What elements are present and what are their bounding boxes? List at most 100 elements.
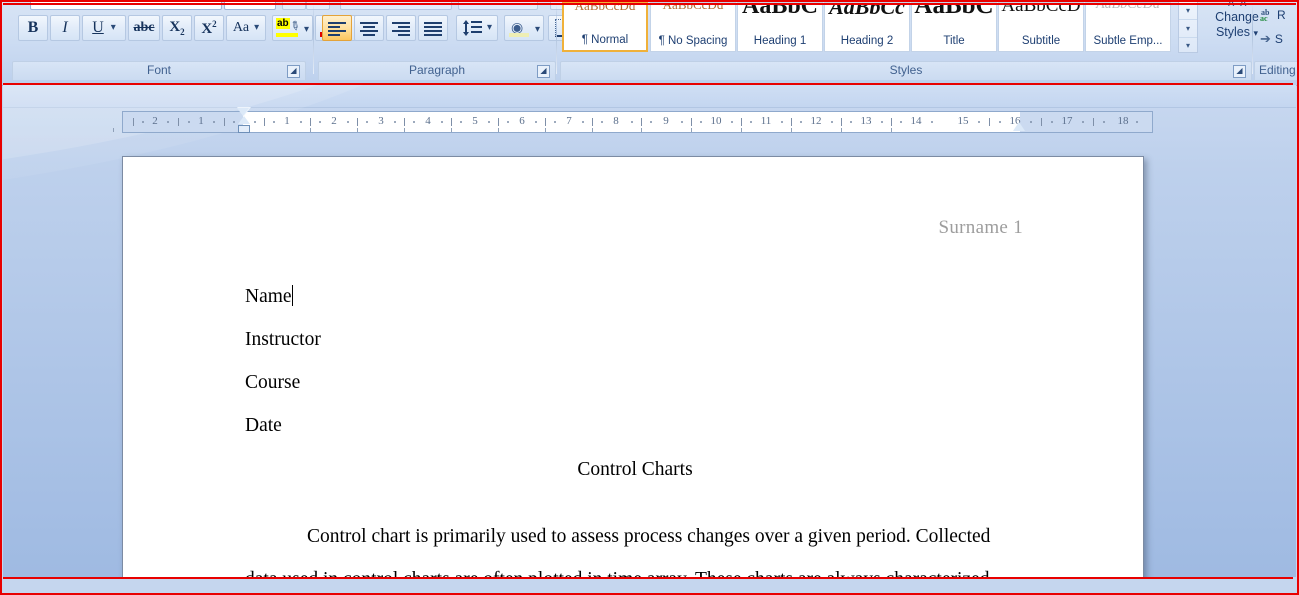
font-group-label-strip: Font ◢ bbox=[12, 61, 306, 80]
strikethrough-button[interactable]: abc bbox=[128, 15, 160, 41]
ruler-label: 14 bbox=[910, 115, 922, 127]
ribbon-group-font: B I U ▾ abc X2 X2 Aa ▾ ab ✎ ▾ Font ◢ bbox=[6, 2, 356, 80]
style-preview: AaBbC bbox=[914, 2, 994, 19]
styles-group-label: Styles bbox=[889, 63, 923, 77]
ruler-label: 15 bbox=[957, 115, 969, 127]
style-normal[interactable]: AaBbCcDd ¶ Normal bbox=[562, 2, 648, 52]
style-heading-2[interactable]: AaBbCc Heading 2 bbox=[824, 2, 910, 52]
style-preview: AaBbCcDd bbox=[662, 2, 724, 12]
document-header-surname: Surname 1 bbox=[938, 217, 1023, 238]
font-group-label: Font bbox=[146, 63, 171, 77]
styles-dialog-launcher[interactable]: ◢ bbox=[1233, 65, 1246, 78]
justify-button[interactable] bbox=[418, 15, 448, 41]
chevron-down-icon[interactable]: ▾ bbox=[487, 23, 492, 33]
document-line-name: Name bbox=[245, 275, 1025, 318]
style-preview: AaBbC bbox=[741, 2, 819, 19]
style-title[interactable]: AaBbC Title bbox=[911, 2, 997, 52]
style-label: Subtitle bbox=[1021, 35, 1061, 47]
ruler-label: 1 bbox=[284, 115, 290, 127]
chevron-down-icon[interactable]: ▾ bbox=[304, 25, 309, 35]
superscript-glyph: X2 bbox=[201, 18, 217, 37]
cursor-arrow-icon: ➔ bbox=[1260, 31, 1271, 46]
ruler-label: 18 bbox=[1117, 115, 1129, 127]
change-case-button[interactable]: Aa ▾ bbox=[226, 15, 266, 41]
ruler-label: 9 bbox=[663, 115, 669, 127]
style-subtitle[interactable]: AaBbCcD Subtitle bbox=[998, 2, 1084, 52]
subscript-glyph: X2 bbox=[169, 19, 185, 37]
document-body[interactable]: Name Instructor Course Date Control Char… bbox=[245, 275, 1025, 577]
styles-group-label-strip: Styles ◢ bbox=[560, 61, 1252, 80]
highlight-swatch bbox=[276, 33, 298, 37]
style-subtle-emphasis[interactable]: AaBbCcDd Subtle Emp... bbox=[1085, 2, 1171, 52]
style-label: Title bbox=[943, 35, 965, 47]
align-left-icon bbox=[328, 21, 346, 36]
line-spacing-icon bbox=[462, 20, 482, 36]
ruler-label: 2 bbox=[331, 115, 337, 127]
more-icon: ▾ bbox=[1185, 41, 1190, 50]
editing-group-label: Editing bbox=[1259, 63, 1296, 77]
style-label: Heading 1 bbox=[753, 35, 807, 47]
style-label: Subtle Emp... bbox=[1093, 35, 1163, 47]
right-indent-marker[interactable] bbox=[1013, 122, 1026, 134]
workspace-top-band bbox=[3, 85, 1296, 108]
chevron-down-icon[interactable]: ▾ bbox=[535, 25, 540, 35]
ruler-label: 10 bbox=[710, 115, 722, 127]
style-label: Heading 2 bbox=[840, 35, 894, 47]
styles-scroll-down[interactable]: ▾ bbox=[1179, 20, 1197, 38]
ribbon-group-editing: ab ac R ➔ S Editing bbox=[1254, 2, 1299, 80]
italic-glyph: I bbox=[62, 19, 68, 36]
replace-button[interactable]: ab ac R bbox=[1260, 4, 1286, 26]
ruler-label: 11 bbox=[760, 115, 772, 127]
font-dialog-launcher[interactable]: ◢ bbox=[287, 65, 300, 78]
justify-icon bbox=[424, 21, 442, 36]
chevron-down-icon[interactable]: ▾ bbox=[111, 23, 116, 33]
align-left-button[interactable] bbox=[322, 15, 352, 41]
style-no-spacing[interactable]: AaBbCcDd ¶ No Spacing bbox=[650, 2, 736, 52]
document-page[interactable]: Surname 1 Name Instructor Course Date Co… bbox=[122, 156, 1144, 577]
change-case-glyph: Aa bbox=[232, 20, 250, 35]
paragraph-dialog-launcher[interactable]: ◢ bbox=[537, 65, 550, 78]
style-preview: AaBbCc bbox=[829, 2, 905, 19]
style-label: ¶ No Spacing bbox=[658, 35, 728, 47]
superscript-button[interactable]: X2 bbox=[194, 15, 224, 41]
italic-button[interactable]: I bbox=[50, 15, 80, 41]
group-separator bbox=[1252, 4, 1253, 74]
align-center-button[interactable] bbox=[354, 15, 384, 41]
ruler-label: 6 bbox=[519, 115, 525, 127]
ruler-label: 8 bbox=[613, 115, 619, 127]
paragraph-line: data used in control charts are often pl… bbox=[245, 558, 1025, 577]
align-center-icon bbox=[360, 21, 378, 36]
style-preview: AaBbCcDd bbox=[1096, 2, 1160, 12]
bold-glyph: B bbox=[27, 19, 39, 36]
ribbon-group-styles: AaBbCcDd ¶ Normal AaBbCcDd ¶ No Spacing … bbox=[560, 0, 1259, 80]
capture-outline-top bbox=[3, 3, 1296, 5]
ruler-ticks: 2 1 1 2 3 4 5 6 7 8 9 10 11 12 13 14 15 … bbox=[113, 112, 1152, 132]
chevron-down-icon[interactable]: ▾ bbox=[254, 23, 259, 33]
shading-button[interactable]: ◉ ▾ bbox=[504, 15, 544, 41]
capture-outline-bottom bbox=[3, 577, 1293, 579]
strikethrough-glyph: abc bbox=[133, 20, 155, 35]
document-line-instructor: Instructor bbox=[245, 329, 321, 350]
text-highlight-color-button[interactable]: ab ✎ ▾ bbox=[272, 15, 313, 41]
group-separator bbox=[556, 4, 557, 74]
style-heading-1[interactable]: AaBbC Heading 1 bbox=[737, 2, 823, 52]
word-application-window: B I U ▾ abc X2 X2 Aa ▾ ab ✎ ▾ Font ◢ ▾ ◉… bbox=[0, 0, 1299, 595]
capture-outline-ribbon-divider bbox=[3, 83, 1293, 85]
bold-button[interactable]: B bbox=[18, 15, 48, 41]
style-label: ¶ Normal bbox=[581, 34, 629, 46]
editing-group-label-strip: Editing bbox=[1254, 61, 1299, 80]
paragraph-line: Control chart is primarily used to asses… bbox=[307, 526, 991, 547]
underline-button[interactable]: U ▾ bbox=[82, 15, 126, 41]
select-label: S bbox=[1274, 32, 1283, 46]
select-button[interactable]: ➔ S bbox=[1260, 28, 1283, 50]
ruler-label: 4 bbox=[425, 115, 431, 127]
horizontal-ruler[interactable]: 2 1 1 2 3 4 5 6 7 8 9 10 11 12 13 14 15 … bbox=[113, 107, 1153, 134]
first-line-indent-marker[interactable] bbox=[237, 107, 251, 135]
chevron-up-icon: ▾ bbox=[1185, 6, 1190, 15]
styles-more[interactable]: ▾ bbox=[1179, 38, 1197, 53]
align-right-button[interactable] bbox=[386, 15, 416, 41]
line-spacing-button[interactable]: ▾ bbox=[456, 15, 498, 41]
subscript-button[interactable]: X2 bbox=[162, 15, 192, 41]
document-title: Control Charts bbox=[577, 459, 693, 480]
paragraph-group-label: Paragraph bbox=[408, 63, 466, 77]
